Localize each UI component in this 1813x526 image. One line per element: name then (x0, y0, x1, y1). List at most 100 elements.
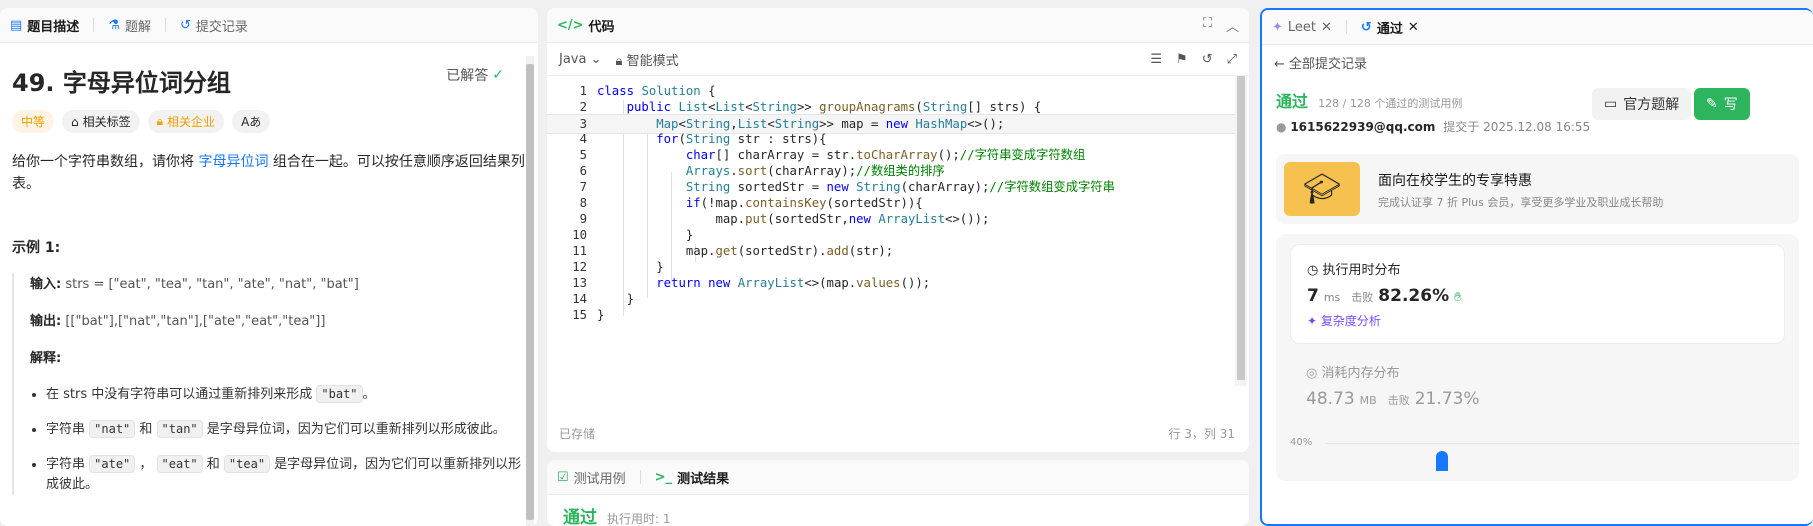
test-tabbar: ☑ 测试用例 >_ 测试结果 (547, 460, 1249, 495)
chevron-up-icon[interactable]: ︿ (1226, 16, 1239, 35)
runtime-beat: 82.26% (1378, 286, 1450, 306)
test-result-time: 执行用时: 1 (607, 512, 671, 526)
chart-gridline (1326, 443, 1799, 444)
topics-tag-button[interactable]: ⌂ 相关标签 (62, 110, 140, 133)
problem-scrollbar[interactable] (526, 56, 534, 526)
code-editor[interactable]: 1 class Solution { 2 public List<List<Str… (547, 76, 1249, 406)
problem-description: 给你一个字符串数组，请你将 字母异位词 组合在一起。可以按任意顺序返回结果列表。 (12, 154, 525, 192)
submission-status: 通过 (1276, 92, 1309, 111)
history-icon: ↺ (179, 17, 191, 33)
translate-button[interactable]: Aあ (232, 110, 271, 133)
explain-list: 在 strs 中没有字符串可以通过重新排列来形成 "bat"。 字符串 "nat… (30, 384, 526, 495)
problem-tags: 中等 ⌂ 相关标签 🔒︎ 相关企业 Aあ (12, 110, 526, 133)
book-icon: ▭ (1604, 96, 1618, 112)
tab-divider (164, 18, 166, 32)
code-panel: </> 代码 ⛶ ︿ Java ⌄ 🔒︎ 智能模式 ☰ ⚑ ↺ ⤢ 1 class… (547, 8, 1249, 452)
distribution-chart[interactable]: 40% (1290, 437, 1799, 477)
username[interactable]: 1615622939@qq.com (1290, 120, 1435, 134)
code-line: 15} (572, 308, 605, 322)
check-circle-icon: ✓ (492, 67, 504, 83)
submission-header: 通过 128 / 128 个通过的测试用例 ● 1615622939@qq.co… (1262, 80, 1813, 144)
test-result-status: 通过 (563, 508, 597, 526)
clap-icon: ✋︎ (1454, 290, 1462, 305)
scrollbar-thumb[interactable] (1237, 76, 1245, 380)
list-item: 字符串 "ate" ， "eat" 和 "tea" 是字母异位词，因为它们可以重… (46, 454, 526, 495)
write-solution-button[interactable]: ✎ 写 (1694, 88, 1750, 120)
code-tabbar-actions: ⛶ ︿ (1203, 16, 1239, 35)
example-explain-label: 解释: (30, 351, 62, 366)
anagram-link[interactable]: 字母异位词 (198, 154, 268, 170)
scrollbar-thumb[interactable] (526, 64, 534, 520)
expand-icon[interactable]: ⛶ (1203, 16, 1212, 35)
bookmark-icon[interactable]: ⚑ (1176, 52, 1188, 67)
tab-solutions[interactable]: ⚗ 题解 (108, 16, 151, 35)
sparkle-icon: ✦ (1272, 19, 1283, 35)
editor-status: 已存储 行 3，列 31 (559, 425, 1235, 442)
list-item: 在 strs 中没有字符串可以通过重新排列来形成 "bat"。 (46, 384, 526, 405)
test-panel: ☑ 测试用例 >_ 测试结果 通过 执行用时: 1 (547, 460, 1249, 526)
tag-icon: ⌂ (71, 114, 79, 129)
tab-testresults[interactable]: >_ 测试结果 (655, 468, 729, 487)
memory-beat: 21.73% (1414, 389, 1480, 409)
submission-panel: ✦ Leet ✕ ↺ 通过 ✕ ← 全部提交记录 通过 128 / 128 个通… (1260, 8, 1813, 526)
submission-cases: 128 / 128 个通过的测试用例 (1318, 97, 1463, 110)
list-item: 字符串 "nat" 和 "tan" 是字母异位词，因为它们可以重新排列以形成彼此… (46, 419, 526, 440)
tab-leet[interactable]: ✦ Leet ✕ (1272, 20, 1332, 35)
description-icon: ▤ (10, 17, 23, 33)
official-solution-button[interactable]: ▭ 官方题解 (1592, 88, 1692, 120)
submission-tabbar: ✦ Leet ✕ ↺ 通过 ✕ (1262, 10, 1813, 45)
avatar: ● (1276, 120, 1287, 134)
language-select[interactable]: Java ⌄ (559, 52, 602, 67)
format-icon[interactable]: ☰ (1150, 52, 1162, 67)
tab-submissions[interactable]: ↺ 提交记录 (180, 16, 248, 35)
test-result-summary: 通过 执行用时: 1 (547, 495, 1249, 526)
runtime-title: ◷ 执行用时分布 (1307, 263, 1401, 278)
memory-section[interactable]: ◎ 消耗内存分布 48.73 MB 击败 21.73% 40% (1276, 356, 1799, 481)
tab-divider (639, 470, 641, 484)
tab-description[interactable]: ▤ 题目描述 (10, 16, 79, 35)
memory-value: 48.73 (1306, 389, 1355, 409)
companies-tag-button[interactable]: 🔒︎ 相关企业 (147, 110, 225, 133)
example-input: 输入: strs = ["eat", "tea", "tan", "ate", … (30, 277, 359, 292)
chart-marker (1436, 451, 1448, 471)
problem-panel: ▤ 题目描述 ⚗ 题解 ↺ 提交记录 49. 字母异位词分组 已解答 ✓ 中等 … (0, 8, 538, 526)
code-toolbar: Java ⌄ 🔒︎ 智能模式 ☰ ⚑ ↺ ⤢ (547, 43, 1249, 76)
reset-icon[interactable]: ↺ (1202, 52, 1213, 67)
code-icon: </> (557, 17, 584, 33)
close-icon[interactable]: ✕ (1321, 20, 1332, 35)
tab-testcases[interactable]: ☑ 测试用例 (557, 468, 626, 487)
student-promo-banner[interactable]: 🎓︎ 面向在校学生的专享特惠 完成认证享 7 折 Plus 会员，享受更多学业及… (1276, 154, 1799, 224)
close-icon[interactable]: ✕ (1408, 20, 1419, 35)
checkbox-icon: ☑ (557, 469, 569, 485)
edit-icon: ✎ (1706, 96, 1718, 112)
difficulty-badge: 中等 (12, 110, 55, 133)
promo-title: 面向在校学生的专享特惠 (1378, 173, 1532, 189)
code-tabbar: </> 代码 ⛶ ︿ (547, 8, 1249, 43)
tab-accepted[interactable]: ↺ 通过 ✕ (1361, 18, 1419, 37)
fullscreen-icon[interactable]: ⤢ (1227, 52, 1237, 67)
tab-divider (1345, 20, 1347, 34)
clock-icon: ◷ (1307, 263, 1319, 278)
promo-subtitle: 完成认证享 7 折 Plus 会员，享受更多学业及职业成长帮助 (1378, 196, 1664, 209)
tab-code[interactable]: </> 代码 (557, 16, 615, 35)
memory-icon: ◎ (1306, 366, 1318, 381)
cursor-position: 行 3，列 31 (1168, 427, 1235, 441)
runtime-stats: 7 ms 击败 82.26% ✋︎ (1307, 286, 1462, 306)
runtime-card[interactable]: ◷ 执行用时分布 7 ms 击败 82.26% ✋︎ ✦ 复杂度分析 (1290, 244, 1785, 344)
history-icon: ↺ (1360, 19, 1372, 35)
translate-icon: Aあ (241, 115, 262, 129)
performance-section: ◷ 执行用时分布 7 ms 击败 82.26% ✋︎ ✦ 复杂度分析 ◎ 消耗内… (1276, 234, 1799, 481)
smart-mode-toggle[interactable]: 🔒︎ 智能模式 (616, 50, 679, 69)
complexity-link[interactable]: ✦ 复杂度分析 (1307, 312, 1768, 329)
back-to-submissions[interactable]: ← 全部提交记录 (1262, 45, 1813, 80)
graduation-cap-icon: 🎓︎ (1284, 162, 1360, 216)
tab-divider (93, 18, 95, 32)
chart-tick-label: 40% (1290, 437, 1313, 448)
lock-icon: 🔒︎ (615, 53, 623, 69)
submission-meta: ● 1615622939@qq.com 提交于 2025.12.08 16:55 (1276, 118, 1799, 135)
editor-scrollbar[interactable] (1235, 76, 1247, 386)
chevron-down-icon: ⌄ (590, 51, 602, 67)
saved-status: 已存储 (559, 427, 596, 441)
lock-icon: 🔒︎ (156, 114, 164, 128)
memory-stats: 48.73 MB 击败 21.73% (1306, 389, 1480, 409)
